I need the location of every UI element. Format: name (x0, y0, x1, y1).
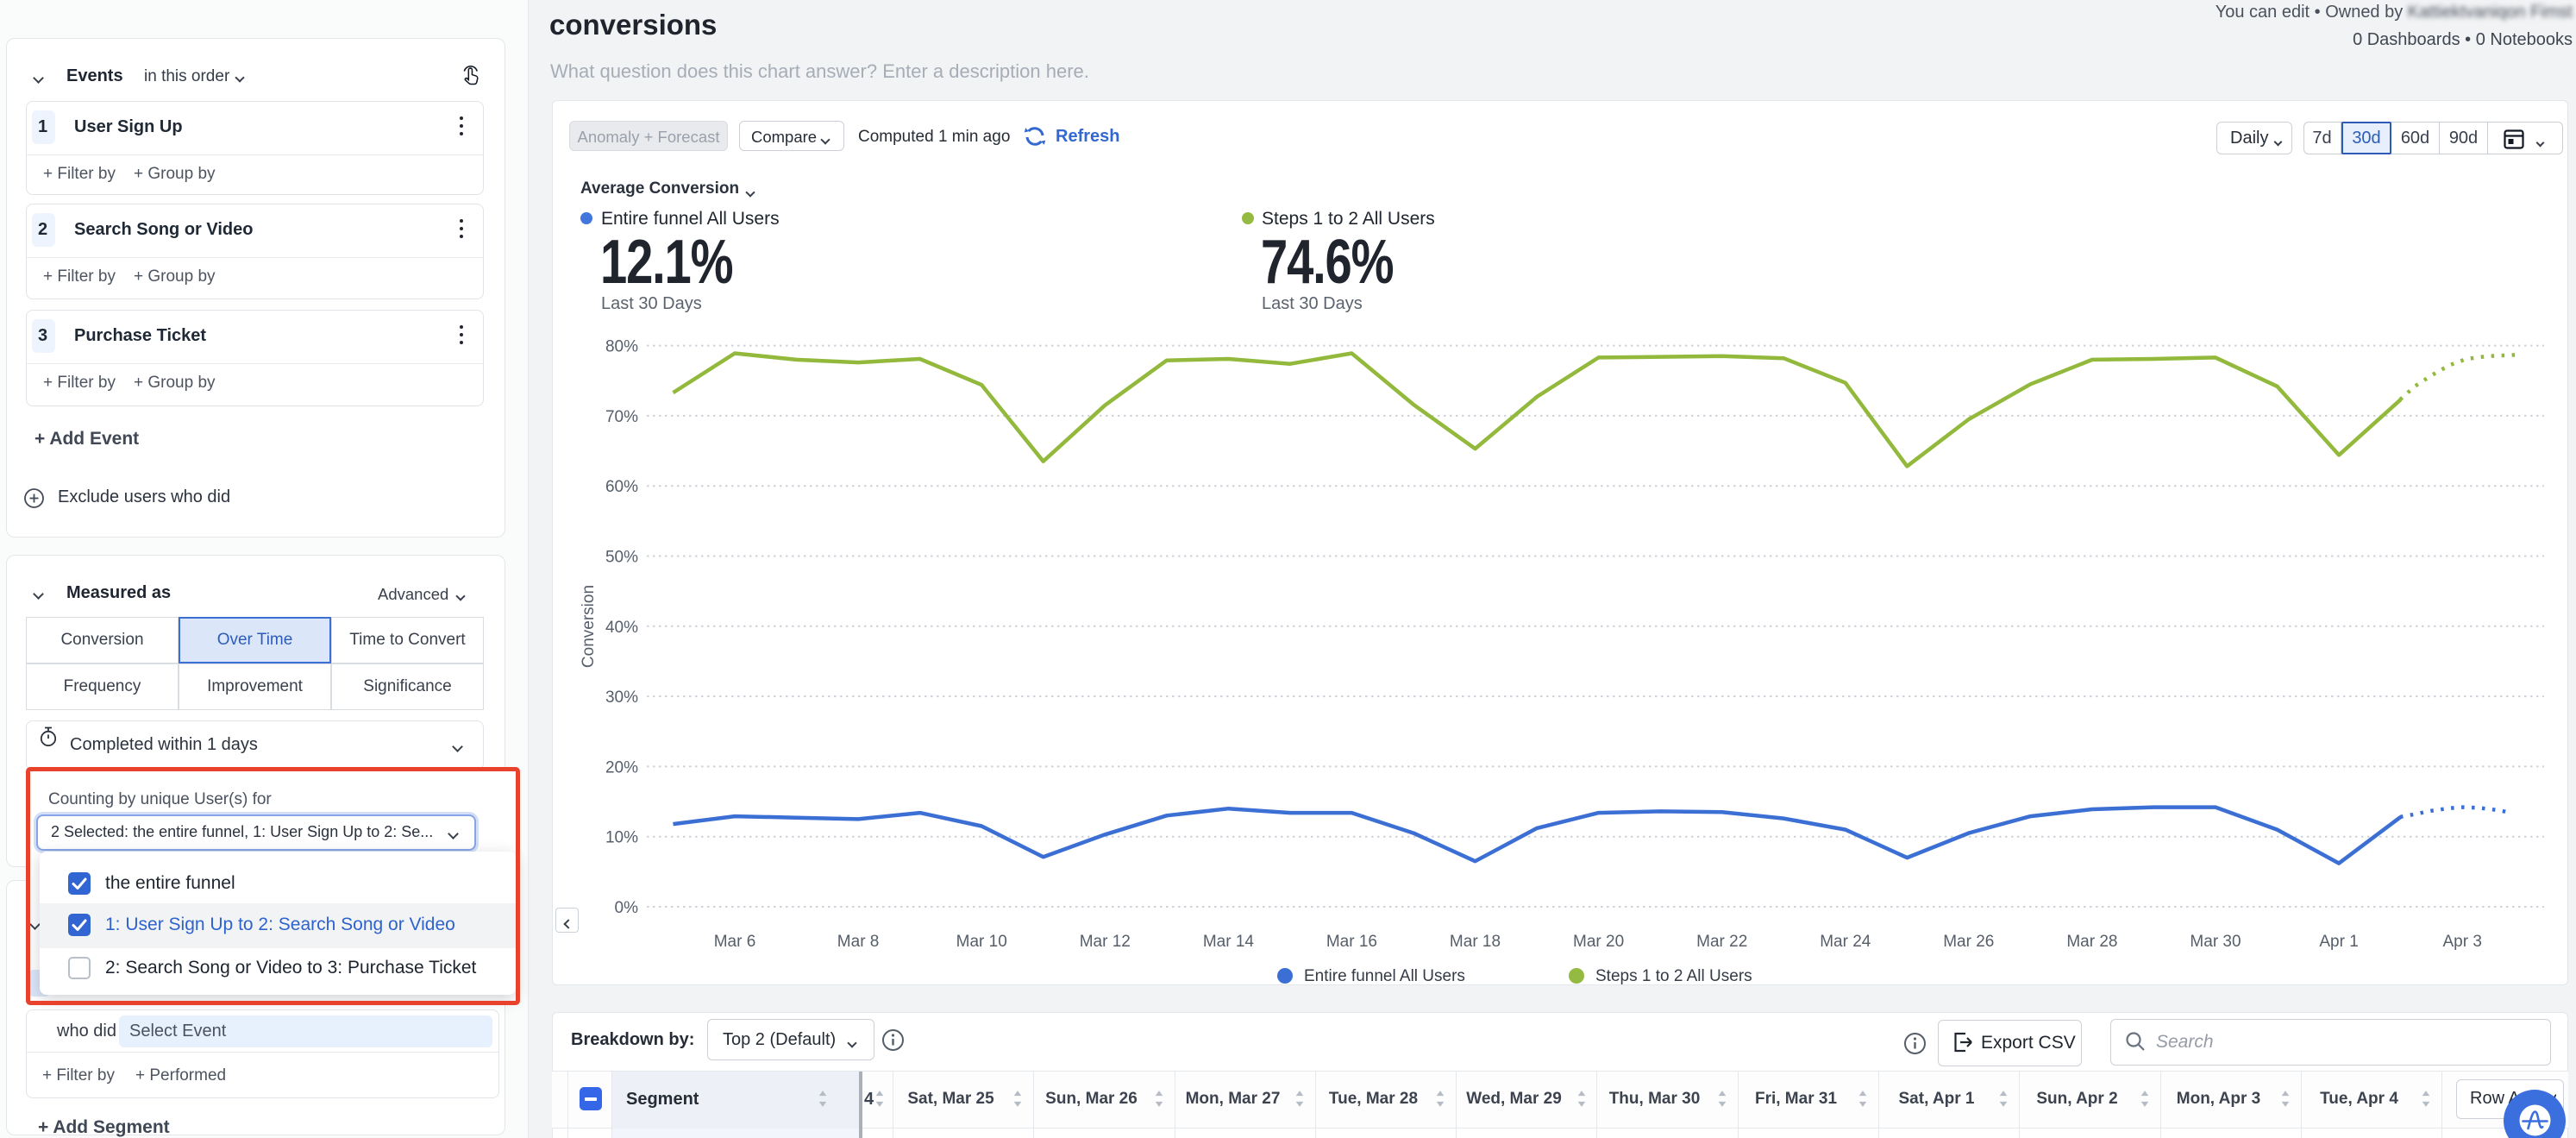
svg-text:Mar 28: Mar 28 (2066, 933, 2117, 951)
svg-text:Mar 10: Mar 10 (956, 933, 1007, 951)
svg-text:Mar 12: Mar 12 (1080, 933, 1131, 951)
svg-text:Mar 8: Mar 8 (837, 933, 880, 951)
svg-text:Mar 6: Mar 6 (714, 933, 756, 951)
svg-text:Mar 16: Mar 16 (1326, 933, 1377, 951)
svg-text:Apr 1: Apr 1 (2319, 933, 2358, 951)
svg-text:Mar 22: Mar 22 (1696, 933, 1747, 951)
svg-text:30%: 30% (605, 688, 638, 707)
svg-text:40%: 40% (605, 619, 638, 637)
svg-text:60%: 60% (605, 478, 638, 496)
svg-text:Mar 24: Mar 24 (1820, 933, 1871, 951)
svg-text:Mar 18: Mar 18 (1450, 933, 1501, 951)
svg-text:Mar 26: Mar 26 (1943, 933, 1994, 951)
svg-text:0%: 0% (615, 899, 639, 917)
svg-text:Mar 20: Mar 20 (1573, 933, 1624, 951)
svg-text:Mar 14: Mar 14 (1203, 933, 1255, 951)
svg-text:20%: 20% (605, 758, 638, 776)
svg-text:10%: 10% (605, 829, 638, 847)
svg-text:80%: 80% (605, 338, 638, 356)
svg-text:Apr 3: Apr 3 (2442, 933, 2481, 951)
svg-text:Mar 30: Mar 30 (2190, 933, 2241, 951)
svg-text:50%: 50% (605, 549, 638, 567)
svg-text:70%: 70% (605, 408, 638, 426)
svg-text:Conversion: Conversion (580, 585, 598, 668)
